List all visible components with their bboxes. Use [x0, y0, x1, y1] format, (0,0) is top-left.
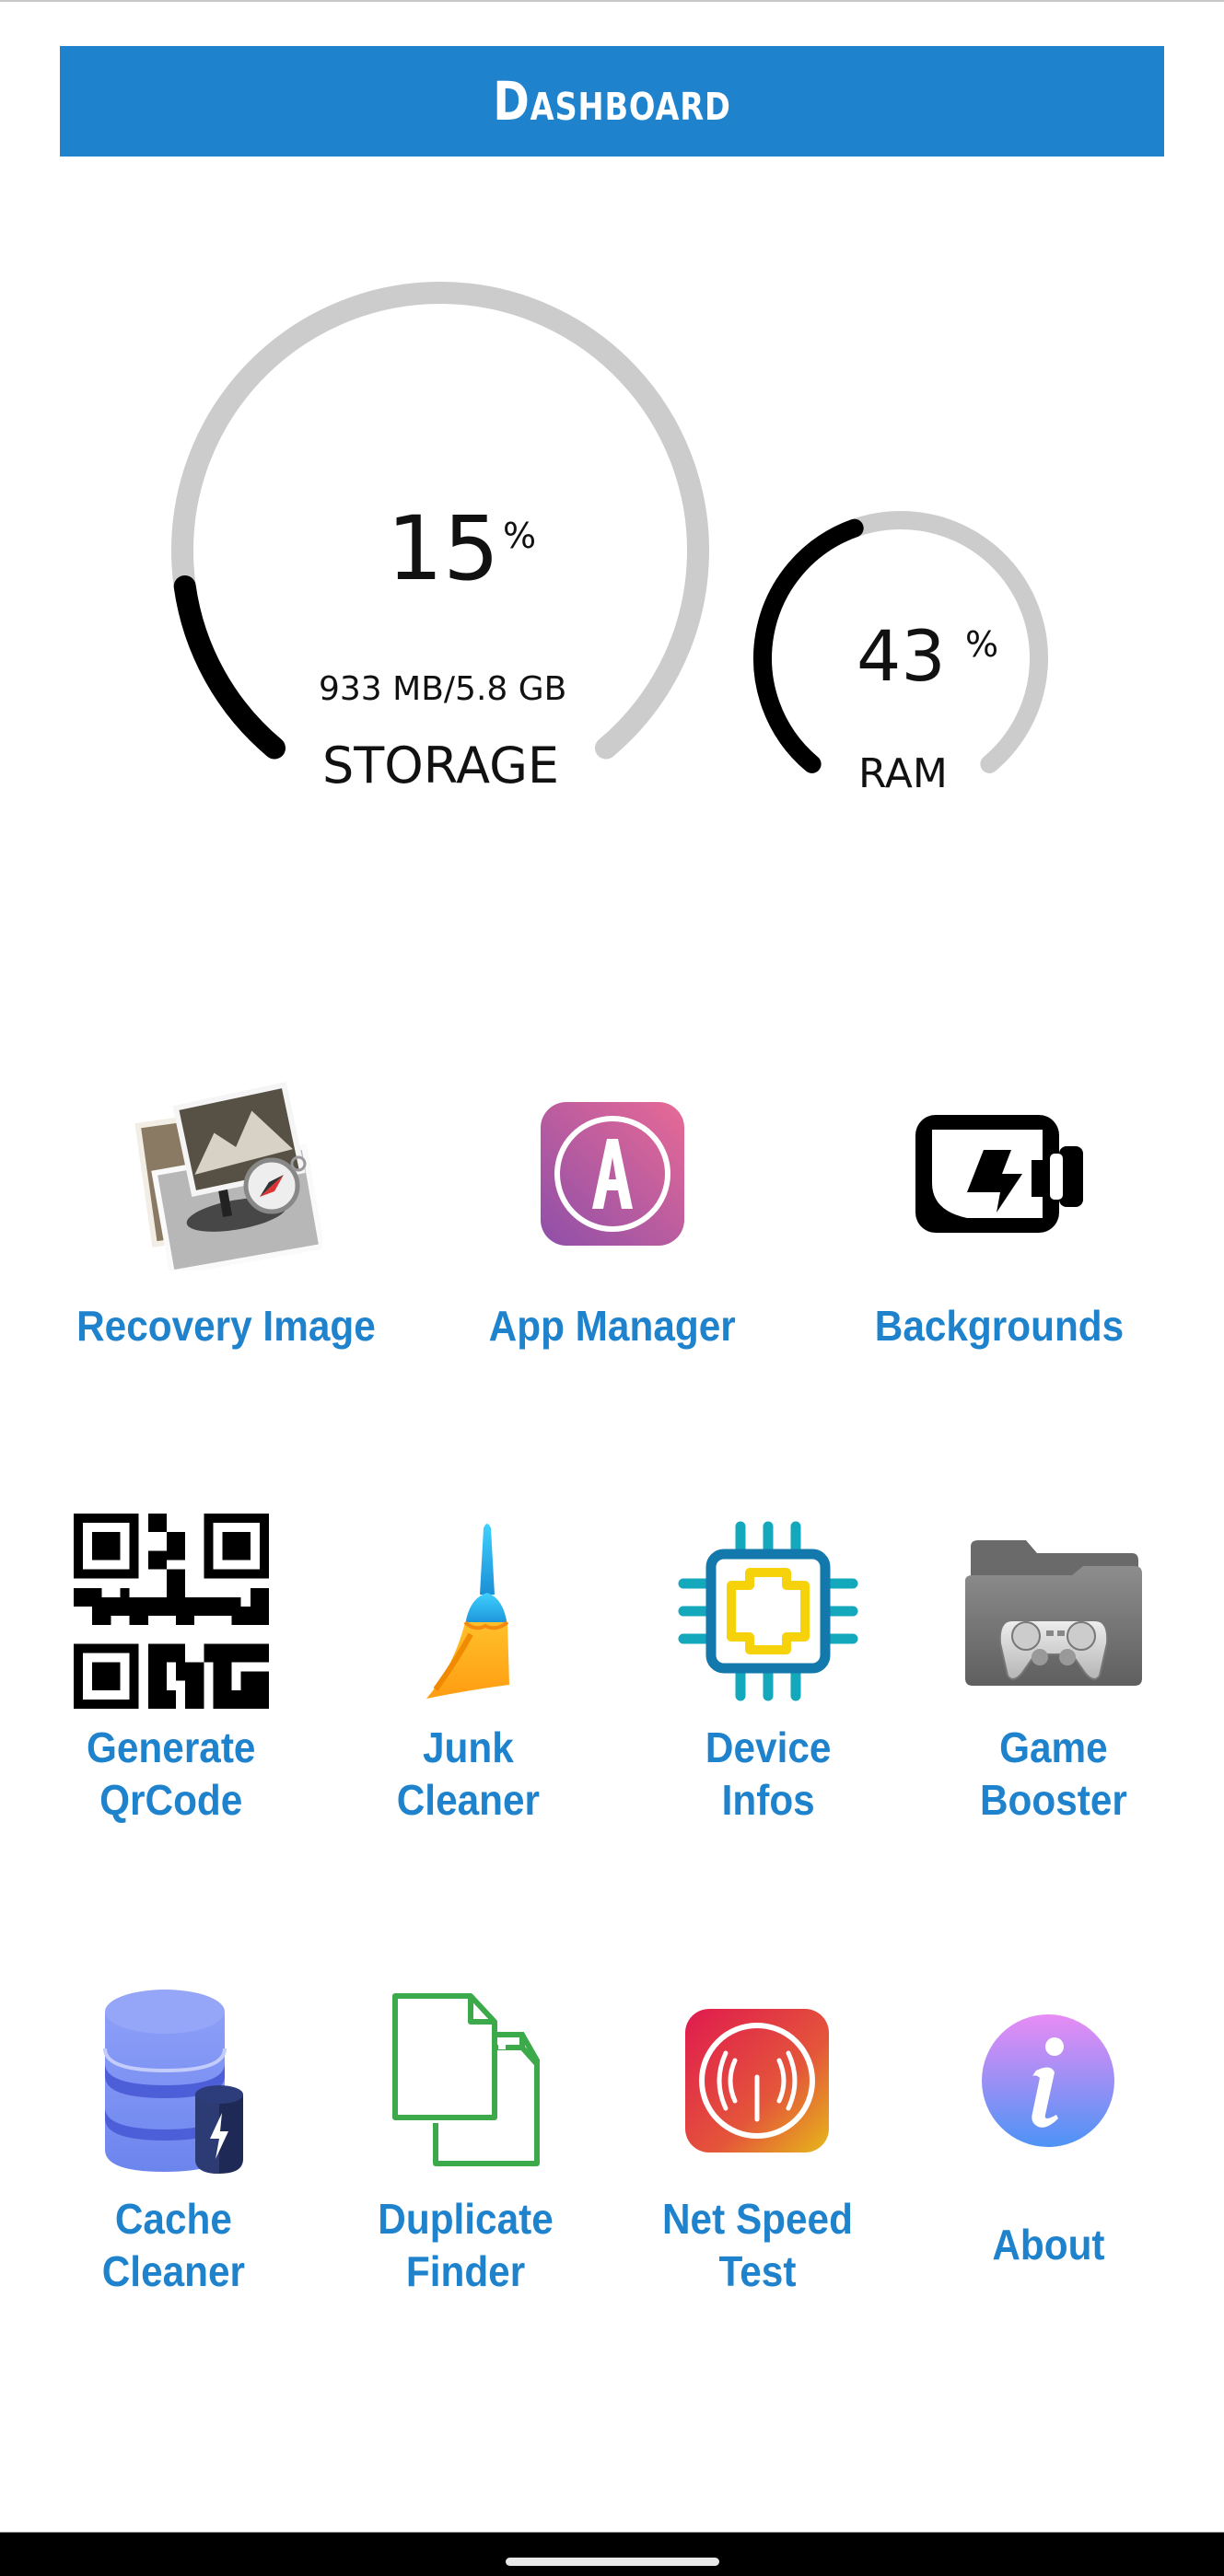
tile-label: Recovery Image — [76, 1302, 376, 1350]
ram-percent-value: 43 — [857, 615, 946, 697]
qr-code-icon — [65, 1510, 277, 1712]
tile-label: Duplicate Finder — [378, 2195, 554, 2295]
battery-charging-icon — [889, 1068, 1110, 1280]
tile-cache-cleaner[interactable]: Cache Cleaner — [29, 1979, 317, 2298]
tile-junk-cleaner[interactable]: Junk Cleaner — [324, 1510, 612, 1827]
tile-app-manager[interactable]: App Manager — [433, 1068, 792, 1352]
ram-percent-unit: % — [965, 624, 999, 665]
system-navigation-bar — [0, 2532, 1224, 2576]
ram-gauge-fill — [753, 518, 864, 773]
antenna-signal-icon — [651, 1979, 863, 2182]
tile-recovery-image[interactable]: Recovery Image — [46, 1068, 405, 1352]
header-bar: Dashboard — [60, 46, 1164, 157]
tile-net-speed-test[interactable]: Net Speed Test — [613, 1979, 901, 2298]
chip-icon — [662, 1510, 874, 1712]
tile-label: About — [991, 2221, 1105, 2269]
ram-label: RAM — [858, 750, 948, 797]
tile-label: Game Booster — [980, 1723, 1127, 1824]
gauges-area — [171, 282, 1048, 773]
photos-compass-icon — [115, 1068, 336, 1280]
tile-generate-qrcode[interactable]: Generate QrCode — [28, 1510, 315, 1827]
tile-label: Net Speed Test — [661, 2195, 853, 2295]
storage-percent-value: 15 — [387, 497, 500, 600]
storage-percent-unit: % — [503, 516, 537, 556]
tile-about[interactable]: About — [904, 1979, 1192, 2271]
tile-backgrounds[interactable]: Backgrounds — [820, 1068, 1179, 1352]
storage-usage-detail: 933 MB/5.8 GB — [319, 670, 567, 708]
info-icon — [942, 1979, 1154, 2182]
page-title: Dashboard — [493, 70, 731, 133]
duplicate-files-icon — [360, 1979, 572, 2182]
game-folder-icon — [948, 1510, 1160, 1712]
home-gesture-handle[interactable] — [506, 2558, 719, 2566]
storage-gauge-fill — [173, 575, 286, 760]
tile-label: Cache Cleaner — [101, 2195, 245, 2295]
tile-duplicate-finder[interactable]: Duplicate Finder — [322, 1979, 610, 2298]
tile-device-infos[interactable]: Device Infos — [624, 1510, 912, 1827]
tile-label: Device Infos — [705, 1723, 832, 1824]
tile-label: Junk Cleaner — [396, 1723, 540, 1824]
storage-label: STORAGE — [322, 737, 560, 795]
tile-label: App Manager — [488, 1302, 737, 1350]
broom-icon — [362, 1510, 574, 1712]
tile-label: Backgrounds — [874, 1302, 1125, 1350]
database-bolt-icon — [67, 1979, 279, 2182]
tile-label: Generate QrCode — [87, 1723, 256, 1824]
app-store-a-icon — [502, 1068, 723, 1280]
status-bar-divider — [0, 0, 1224, 2]
tile-game-booster[interactable]: Game Booster — [910, 1510, 1197, 1827]
